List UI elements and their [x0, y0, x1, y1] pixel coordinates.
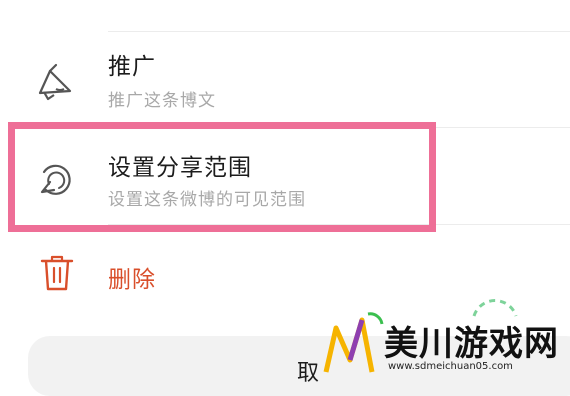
- watermark-brand: 美川游戏网: [384, 324, 559, 364]
- promote-title: 推广: [108, 54, 156, 80]
- divider-top: [108, 31, 570, 32]
- promote-subtitle: 推广这条博文: [108, 91, 216, 111]
- highlight-frame: [8, 122, 436, 232]
- watermark-logo-icon: [323, 312, 384, 373]
- megaphone-icon: [38, 63, 72, 101]
- menu-item-promote[interactable]: 推广 推广这条博文: [0, 33, 570, 125]
- delete-label: 删除: [108, 267, 156, 293]
- cancel-label: 取: [297, 361, 320, 386]
- trash-icon: [40, 255, 74, 291]
- watermark-url: www.sdmeichuan05.com: [388, 361, 513, 372]
